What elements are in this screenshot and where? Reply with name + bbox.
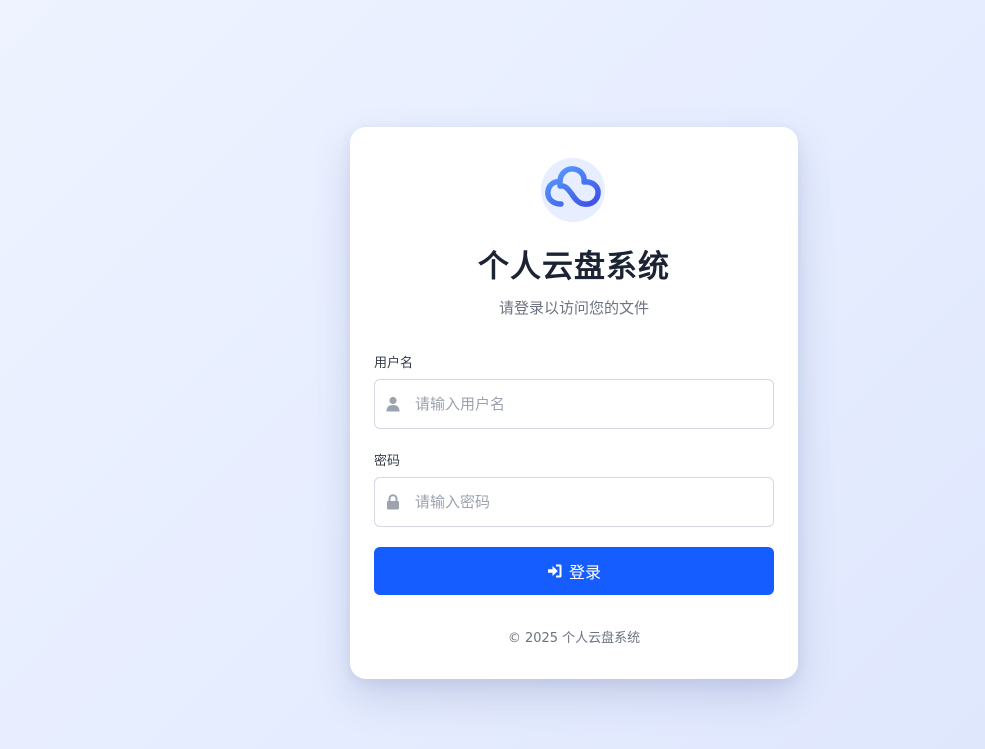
lock-icon — [387, 494, 399, 510]
password-field[interactable] — [374, 477, 774, 527]
username-input[interactable] — [415, 380, 765, 428]
page-title: 个人云盘系统 — [478, 249, 670, 285]
password-input[interactable] — [415, 478, 765, 526]
login-button[interactable]: 登录 — [374, 547, 774, 595]
username-field[interactable] — [374, 379, 774, 429]
page-subtitle: 请登录以访问您的文件 — [498, 299, 649, 317]
username-label: 用户名 — [374, 356, 414, 371]
sign-in-icon — [547, 564, 562, 578]
login-button-label: 登录 — [568, 563, 601, 582]
cloud-icon — [545, 166, 601, 207]
logo — [541, 158, 605, 222]
user-icon — [386, 396, 400, 412]
password-label: 密码 — [374, 454, 401, 469]
login-card: 个人云盘系统 请登录以访问您的文件 用户名 密码 登录 © 2025 个人云盘系… — [350, 127, 798, 679]
footer-copyright: © 2025 个人云盘系统 — [507, 631, 641, 646]
